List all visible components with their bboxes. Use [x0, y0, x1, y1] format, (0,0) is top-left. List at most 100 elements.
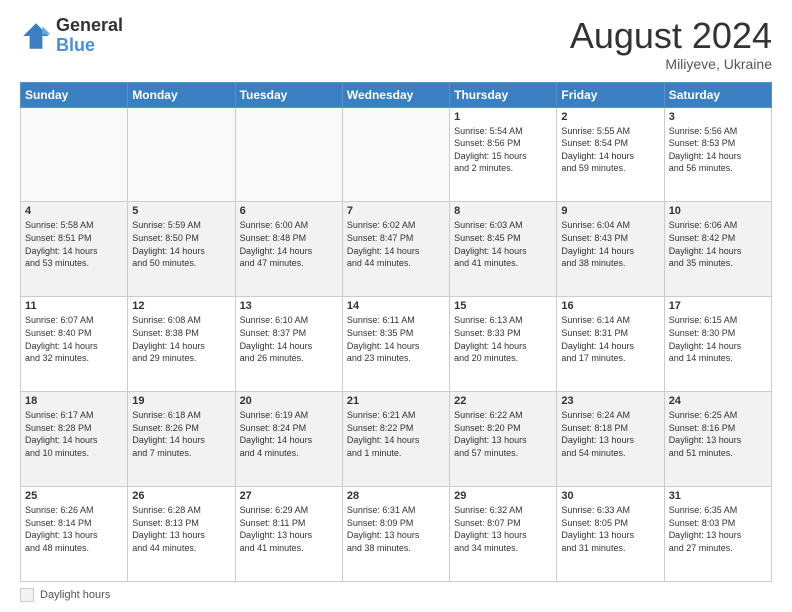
logo-blue-text: Blue	[56, 36, 123, 56]
day-number: 17	[669, 300, 767, 312]
day-number: 20	[240, 395, 338, 407]
table-row: 17 Sunrise: 6:15 AMSunset: 8:30 PMDayligh…	[664, 297, 771, 392]
day-number: 4	[25, 205, 123, 217]
day-number: 22	[454, 395, 552, 407]
table-row: 29 Sunrise: 6:32 AMSunset: 8:07 PMDayligh…	[450, 487, 557, 582]
day-number: 10	[669, 205, 767, 217]
day-number: 7	[347, 205, 445, 217]
table-row: 12Sunrise: 6:08 AMSunset: 8:38 PMDayligh…	[128, 297, 235, 392]
table-row: 24Sunrise: 6:25 AMSunset: 8:16 PMDayligh…	[664, 392, 771, 487]
day-number: 2	[561, 111, 659, 123]
day-info: Sunrise: 6:25 AMSunset: 8:16 PMDaylight:…	[669, 409, 767, 459]
table-row: 25Sunrise: 6:26 AMSunset: 8:14 PMDayligh…	[21, 487, 128, 582]
table-row: 11Sunrise: 6:07 AMSunset: 8:40 PMDayligh…	[21, 297, 128, 392]
day-info: Sunrise: 5:54 AMSunset: 8:56 PMDaylight:…	[454, 125, 552, 175]
logo-general-text: General	[56, 16, 123, 36]
day-number: 31	[669, 490, 767, 502]
table-row	[21, 107, 128, 202]
logo-text: General Blue	[56, 16, 123, 56]
table-row	[235, 107, 342, 202]
table-row: 31Sunrise: 6:35 AMSunset: 8:03 PMDayligh…	[664, 487, 771, 582]
day-number: 6	[240, 205, 338, 217]
day-info: Sunrise: 6:24 AMSunset: 8:18 PMDaylight:…	[561, 409, 659, 459]
table-row	[342, 107, 449, 202]
day-number: 26	[132, 490, 230, 502]
table-row: 18 Sunrise: 6:17 AMSunset: 8:28 PMDayligh…	[21, 392, 128, 487]
day-info: Sunrise: 6:29 AMSunset: 8:11 PMDaylight:…	[240, 504, 338, 554]
page: General Blue August 2024 Miliyeve, Ukrai…	[0, 0, 792, 612]
table-row: 23 Sunrise: 6:24 AMSunset: 8:18 PMDayligh…	[557, 392, 664, 487]
col-thursday: Thursday	[450, 82, 557, 107]
col-saturday: Saturday	[664, 82, 771, 107]
table-row: 8 Sunrise: 6:03 AMSunset: 8:45 PMDaylight…	[450, 202, 557, 297]
day-number: 13	[240, 300, 338, 312]
day-info: Sunrise: 6:33 AMSunset: 8:05 PMDaylight:…	[561, 504, 659, 554]
month-title: August 2024	[570, 16, 772, 56]
table-row: 9 Sunrise: 6:04 AMSunset: 8:43 PMDaylight…	[557, 202, 664, 297]
day-number: 27	[240, 490, 338, 502]
day-number: 3	[669, 111, 767, 123]
legend: Daylight hours	[20, 588, 772, 602]
day-info: Sunrise: 6:04 AMSunset: 8:43 PMDaylight:…	[561, 219, 659, 269]
day-number: 9	[561, 205, 659, 217]
table-row: 26 Sunrise: 6:28 AMSunset: 8:13 PMDayligh…	[128, 487, 235, 582]
day-number: 15	[454, 300, 552, 312]
table-row: 27 Sunrise: 6:29 AMSunset: 8:11 PMDayligh…	[235, 487, 342, 582]
title-block: August 2024 Miliyeve, Ukraine	[570, 16, 772, 72]
table-row: 6 Sunrise: 6:00 AMSunset: 8:48 PMDaylight…	[235, 202, 342, 297]
legend-label: Daylight hours	[40, 589, 110, 601]
day-info: Sunrise: 6:31 AMSunset: 8:09 PMDaylight:…	[347, 504, 445, 554]
day-info: Sunrise: 5:56 AMSunset: 8:53 PMDaylight:…	[669, 125, 767, 175]
table-row: 20 Sunrise: 6:19 AMSunset: 8:24 PMDayligh…	[235, 392, 342, 487]
day-info: Sunrise: 5:59 AMSunset: 8:50 PMDaylight:…	[132, 219, 230, 269]
day-info: Sunrise: 6:22 AMSunset: 8:20 PMDaylight:…	[454, 409, 552, 459]
day-number: 14	[347, 300, 445, 312]
day-number: 18	[25, 395, 123, 407]
day-number: 23	[561, 395, 659, 407]
table-row: 10 Sunrise: 6:06 AMSunset: 8:42 PMDayligh…	[664, 202, 771, 297]
day-number: 16	[561, 300, 659, 312]
day-info: Sunrise: 6:19 AMSunset: 8:24 PMDaylight:…	[240, 409, 338, 459]
day-info: Sunrise: 6:17 AMSunset: 8:28 PMDaylight:…	[25, 409, 123, 459]
table-row: 16 Sunrise: 6:14 AMSunset: 8:31 PMDayligh…	[557, 297, 664, 392]
week-row-2: 4 Sunrise: 5:58 AMSunset: 8:51 PMDaylight…	[21, 202, 772, 297]
logo-icon	[20, 20, 52, 52]
week-row-4: 18 Sunrise: 6:17 AMSunset: 8:28 PMDayligh…	[21, 392, 772, 487]
day-info: Sunrise: 6:14 AMSunset: 8:31 PMDaylight:…	[561, 314, 659, 364]
day-info: Sunrise: 6:06 AMSunset: 8:42 PMDaylight:…	[669, 219, 767, 269]
table-row: 22 Sunrise: 6:22 AMSunset: 8:20 PMDayligh…	[450, 392, 557, 487]
table-row: 15 Sunrise: 6:13 AMSunset: 8:33 PMDayligh…	[450, 297, 557, 392]
day-info: Sunrise: 6:28 AMSunset: 8:13 PMDaylight:…	[132, 504, 230, 554]
table-row: 4 Sunrise: 5:58 AMSunset: 8:51 PMDaylight…	[21, 202, 128, 297]
col-monday: Monday	[128, 82, 235, 107]
table-row: 14 Sunrise: 6:11 AMSunset: 8:35 PMDayligh…	[342, 297, 449, 392]
day-info: Sunrise: 6:32 AMSunset: 8:07 PMDaylight:…	[454, 504, 552, 554]
day-info: Sunrise: 6:08 AMSunset: 8:38 PMDaylight:…	[132, 314, 230, 364]
table-row: 28Sunrise: 6:31 AMSunset: 8:09 PMDayligh…	[342, 487, 449, 582]
week-row-3: 11Sunrise: 6:07 AMSunset: 8:40 PMDayligh…	[21, 297, 772, 392]
day-info: Sunrise: 6:13 AMSunset: 8:33 PMDaylight:…	[454, 314, 552, 364]
day-info: Sunrise: 6:00 AMSunset: 8:48 PMDaylight:…	[240, 219, 338, 269]
day-info: Sunrise: 6:15 AMSunset: 8:30 PMDaylight:…	[669, 314, 767, 364]
table-row: 3 Sunrise: 5:56 AMSunset: 8:53 PMDaylight…	[664, 107, 771, 202]
col-tuesday: Tuesday	[235, 82, 342, 107]
day-info: Sunrise: 6:11 AMSunset: 8:35 PMDaylight:…	[347, 314, 445, 364]
calendar-table: Sunday Monday Tuesday Wednesday Thursday…	[20, 82, 772, 582]
day-number: 29	[454, 490, 552, 502]
table-row: 7 Sunrise: 6:02 AMSunset: 8:47 PMDaylight…	[342, 202, 449, 297]
table-row: 2Sunrise: 5:55 AMSunset: 8:54 PMDaylight…	[557, 107, 664, 202]
day-info: Sunrise: 6:02 AMSunset: 8:47 PMDaylight:…	[347, 219, 445, 269]
calendar-header-row: Sunday Monday Tuesday Wednesday Thursday…	[21, 82, 772, 107]
table-row: 13Sunrise: 6:10 AMSunset: 8:37 PMDayligh…	[235, 297, 342, 392]
table-row	[128, 107, 235, 202]
day-number: 1	[454, 111, 552, 123]
week-row-1: 1 Sunrise: 5:54 AMSunset: 8:56 PMDaylight…	[21, 107, 772, 202]
table-row: 21Sunrise: 6:21 AMSunset: 8:22 PMDayligh…	[342, 392, 449, 487]
legend-box	[20, 588, 34, 602]
location-subtitle: Miliyeve, Ukraine	[570, 56, 772, 72]
day-info: Sunrise: 6:03 AMSunset: 8:45 PMDaylight:…	[454, 219, 552, 269]
day-info: Sunrise: 5:58 AMSunset: 8:51 PMDaylight:…	[25, 219, 123, 269]
day-info: Sunrise: 6:18 AMSunset: 8:26 PMDaylight:…	[132, 409, 230, 459]
logo: General Blue	[20, 16, 123, 56]
day-number: 8	[454, 205, 552, 217]
